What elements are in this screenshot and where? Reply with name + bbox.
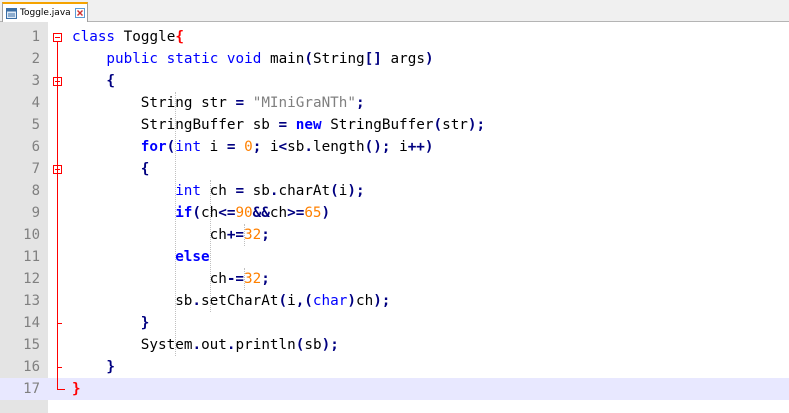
code-editor[interactable]: 1 class Toggle{ 2 public static void main(S… xyxy=(0,22,789,413)
code-line[interactable]: 6 for(int i = 0; i<sb.length(); i++) xyxy=(0,136,789,158)
line-number: 14 xyxy=(23,315,40,331)
line-number: 15 xyxy=(23,337,40,353)
code-line[interactable]: 13 sb.setCharAt(i,(char)ch); xyxy=(0,290,789,312)
code-line[interactable]: 5 StringBuffer sb = new StringBuffer(str)… xyxy=(0,114,789,136)
fold-end-marker xyxy=(57,389,65,390)
code-line[interactable]: 9 if(ch<=90&&ch>=65) xyxy=(0,202,789,224)
tab-label: Toggle.java xyxy=(20,8,71,18)
code-text: if(ch<=90&&ch>=65) xyxy=(175,205,331,221)
line-number: 11 xyxy=(23,249,40,265)
close-icon[interactable] xyxy=(74,8,85,18)
line-number: 10 xyxy=(23,227,40,243)
code-text: public static void main(String[] args) xyxy=(106,51,434,67)
line-number: 3 xyxy=(31,73,40,89)
code-line[interactable]: 3{ xyxy=(0,70,789,92)
code-text: class Toggle{ xyxy=(72,29,184,45)
code-text: StringBuffer sb = new StringBuffer(str); xyxy=(140,117,486,133)
code-line[interactable]: 12 ch-=32; xyxy=(0,268,789,290)
line-number: 17 xyxy=(23,381,40,397)
indent-guide xyxy=(175,92,177,356)
code-text: String str = "MIniGraNTh"; xyxy=(140,95,365,111)
line-number: 1 xyxy=(31,29,40,45)
code-line[interactable]: 4 String str = "MIniGraNTh"; xyxy=(0,92,789,114)
fold-toggle-icon[interactable] xyxy=(53,33,62,42)
file-icon xyxy=(6,7,17,19)
line-number: 13 xyxy=(23,293,40,309)
code-text: } xyxy=(140,315,150,331)
code-text: ch-=32; xyxy=(209,271,270,287)
fold-end-marker xyxy=(57,367,62,368)
indent-guide xyxy=(244,268,246,290)
code-text: { xyxy=(106,73,115,89)
fold-range-line xyxy=(57,42,58,389)
code-line[interactable]: 2 public static void main(String[] args) xyxy=(0,48,789,70)
line-number: 8 xyxy=(31,183,40,199)
code-line[interactable]: 11 else xyxy=(0,246,789,268)
line-number: 16 xyxy=(23,359,40,375)
code-text: ch+=32; xyxy=(209,227,270,243)
line-number: 7 xyxy=(31,161,40,177)
code-line[interactable]: 1 class Toggle{ xyxy=(0,26,789,48)
code-line[interactable]: 17} xyxy=(0,378,789,400)
code-text: else xyxy=(175,249,210,265)
code-line[interactable]: 7{ xyxy=(0,158,789,180)
code-line[interactable]: 15 System.out.println(sb); xyxy=(0,334,789,356)
tab-bar: Toggle.java xyxy=(0,0,789,22)
line-number: 12 xyxy=(23,271,40,287)
line-number: 6 xyxy=(31,139,40,155)
tab-toggle-java[interactable]: Toggle.java xyxy=(2,2,88,22)
code-line[interactable]: 10 ch+=32; xyxy=(0,224,789,246)
code-text: sb.setCharAt(i,(char)ch); xyxy=(175,293,391,309)
code-text: for(int i = 0; i<sb.length(); i++) xyxy=(140,139,434,155)
code-line[interactable]: 16} xyxy=(0,356,789,378)
code-line[interactable]: 14} xyxy=(0,312,789,334)
code-text: System.out.println(sb); xyxy=(140,337,339,353)
code-text: } xyxy=(106,359,115,375)
indent-guide xyxy=(244,224,246,246)
line-number: 2 xyxy=(31,51,40,67)
code-text: } xyxy=(72,381,81,397)
line-number: 9 xyxy=(31,205,40,221)
line-number: 5 xyxy=(31,117,40,133)
line-number: 4 xyxy=(31,95,40,111)
fold-end-marker xyxy=(57,323,62,324)
indent-guide xyxy=(209,180,211,312)
code-text: { xyxy=(140,161,150,177)
code-text: int ch = sb.charAt(i); xyxy=(175,183,365,199)
code-line[interactable]: 8 int ch = sb.charAt(i); xyxy=(0,180,789,202)
